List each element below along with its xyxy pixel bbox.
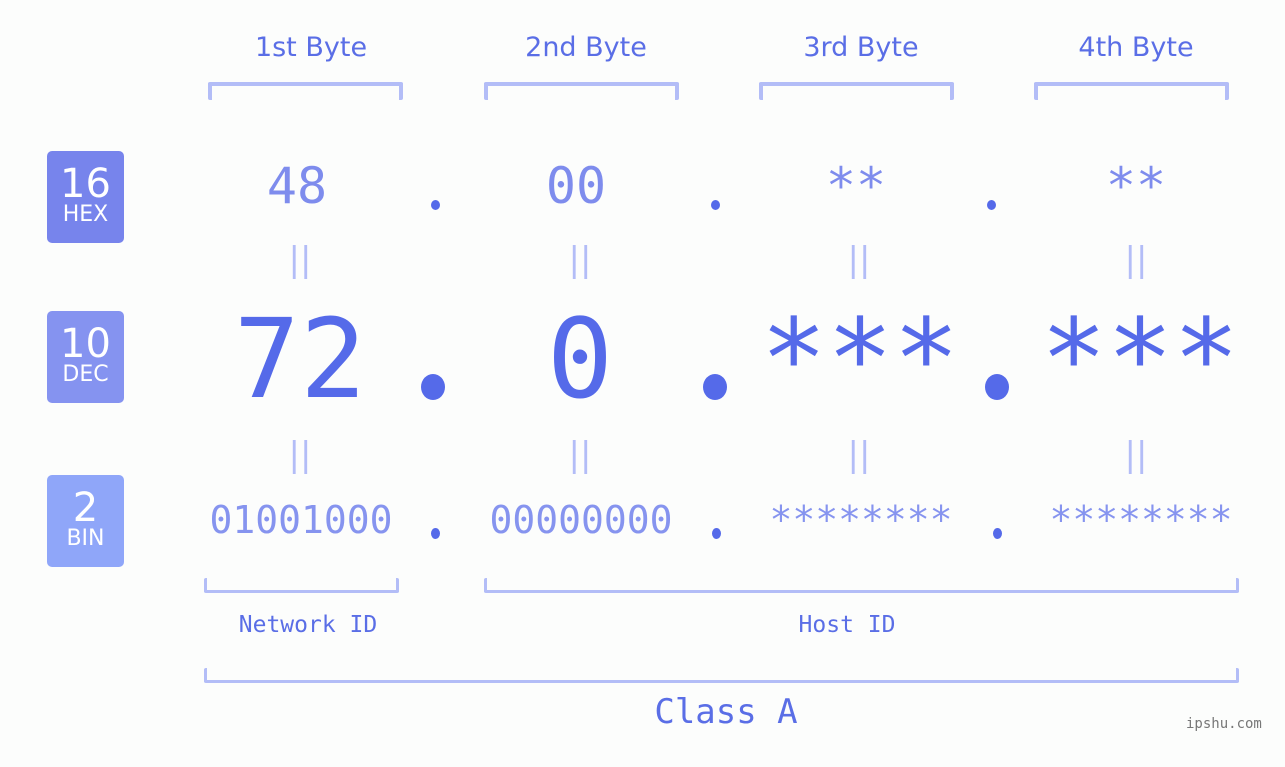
network-id-bracket — [204, 578, 399, 593]
equals-sign: || — [1124, 435, 1148, 475]
bin-badge-label: BIN — [66, 526, 105, 551]
host-id-bracket — [484, 578, 1239, 593]
watermark: ipshu.com — [1186, 716, 1262, 732]
hex-badge: 16 HEX — [47, 151, 124, 243]
byte-header-4: 4th Byte — [1078, 32, 1194, 63]
bin-dot-1 — [431, 528, 440, 539]
class-bracket — [204, 668, 1239, 683]
dec-badge-label: DEC — [62, 362, 109, 387]
bin-badge: 2 BIN — [47, 475, 124, 567]
hex-value-1: 48 — [266, 157, 328, 215]
bin-value-4: ******** — [1049, 498, 1233, 542]
dec-value-3: *** — [760, 295, 960, 423]
byte-header-3: 3rd Byte — [803, 32, 919, 63]
bin-dot-2 — [712, 528, 721, 539]
byte-bracket-2 — [484, 82, 679, 100]
dec-badge: 10 DEC — [47, 311, 124, 403]
hex-badge-label: HEX — [62, 202, 109, 227]
dec-value-1: 72 — [233, 295, 367, 423]
byte-header-1: 1st Byte — [254, 32, 368, 63]
byte-bracket-1 — [208, 82, 403, 100]
equals-sign: || — [568, 435, 592, 475]
dec-dot-2 — [703, 374, 727, 400]
bin-value-1: 01001000 — [209, 498, 393, 542]
hex-dot-1 — [431, 200, 440, 210]
bin-dot-3 — [993, 528, 1002, 539]
equals-sign: || — [847, 435, 871, 475]
hex-value-2: 00 — [545, 157, 607, 215]
class-label: Class A — [654, 692, 798, 732]
hex-dot-2 — [711, 200, 720, 210]
bin-value-3: ******** — [769, 498, 953, 542]
equals-sign: || — [847, 240, 871, 280]
byte-bracket-3 — [759, 82, 954, 100]
equals-sign: || — [288, 240, 312, 280]
dec-badge-number: 10 — [60, 321, 111, 367]
byte-header-2: 2nd Byte — [525, 32, 647, 63]
dec-value-2: 0 — [546, 295, 614, 423]
network-id-label: Network ID — [238, 612, 378, 638]
dec-dot-3 — [985, 374, 1009, 400]
equals-sign: || — [1124, 240, 1148, 280]
byte-bracket-4 — [1034, 82, 1229, 100]
hex-value-4: ** — [1105, 157, 1167, 215]
dec-value-4: *** — [1040, 295, 1240, 423]
bin-value-2: 00000000 — [489, 498, 673, 542]
hex-badge-number: 16 — [60, 161, 111, 207]
bin-badge-number: 2 — [72, 485, 99, 531]
host-id-label: Host ID — [798, 612, 896, 638]
hex-dot-3 — [987, 200, 996, 210]
hex-value-3: ** — [825, 157, 887, 215]
equals-sign: || — [288, 435, 312, 475]
dec-dot-1 — [421, 374, 445, 400]
equals-sign: || — [568, 240, 592, 280]
